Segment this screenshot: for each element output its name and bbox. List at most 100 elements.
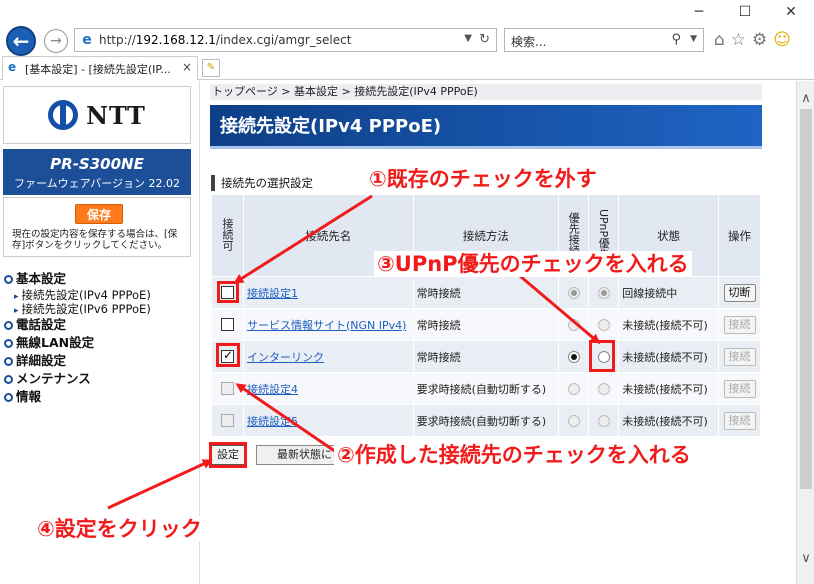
connection-name-link[interactable]: 接続設定5	[247, 415, 298, 428]
priority-radio	[567, 319, 580, 331]
connect-toggle-button: 接続	[723, 315, 756, 334]
sidebar-item-phone[interactable]: 電話設定	[4, 316, 198, 334]
connection-name-link[interactable]: インターリンク	[247, 351, 324, 364]
save-note: 現在の設定内容を保存する場合は、[保存]ボタンをクリックしてください。	[12, 229, 178, 251]
sidebar-item-basic[interactable]: 基本設定	[4, 270, 198, 288]
priority-radio	[567, 415, 580, 427]
cell-status: 未接続(接続不可)	[618, 308, 719, 341]
cell-name: 接続設定4	[242, 372, 414, 405]
connection-name-link[interactable]: 接続設定1	[247, 287, 298, 300]
search-box[interactable]: 検索... ⚲ ▼	[504, 28, 704, 52]
cell-name: 接続設定5	[242, 404, 414, 437]
connection-table: 接続可 接続先名 接続方法 優先接続 UPnP優先 状態 操作 接続設定1 常時接…	[211, 194, 761, 437]
refresh-status-button[interactable]: 最新状態に	[256, 445, 338, 465]
highlight-checkbox-row3	[216, 343, 240, 367]
upnp-radio	[597, 319, 610, 331]
breadcrumb: トップページ > 基本設定 > 接続先設定(IPv4 PPPoE)	[210, 84, 762, 100]
cell-enable	[211, 308, 244, 341]
cell-priority	[558, 340, 590, 373]
cell-priority	[558, 372, 590, 405]
sidebar-item-wlan[interactable]: 無線LAN設定	[4, 334, 198, 352]
table-row: インターリンク 常時接続 未接続(接続不可)接続	[211, 340, 761, 373]
sidebar-subitem-ipv4[interactable]: 接続先設定(IPv4 PPPoE)	[4, 288, 198, 302]
close-tab-icon[interactable]: ×	[182, 60, 192, 74]
priority-radio	[567, 383, 580, 395]
ntt-mark-icon	[48, 100, 79, 130]
gear-icon[interactable]: ⚙	[752, 30, 767, 50]
address-bar[interactable]: e http://192.168.12.1/index.cgi/amgr_sel…	[74, 28, 497, 52]
maximize-icon[interactable]: ☐	[722, 0, 768, 24]
cell-upnp	[588, 404, 620, 437]
bullet-icon	[4, 357, 13, 366]
scroll-down-icon[interactable]: ∨	[797, 551, 814, 569]
cell-name: インターリンク	[242, 340, 414, 373]
cell-enable	[211, 372, 244, 405]
cell-status: 未接続(接続不可)	[618, 404, 719, 437]
vertical-scrollbar[interactable]: ∧ ∨	[796, 81, 814, 584]
cell-status: 回線接続中	[618, 276, 719, 309]
ie-logo-icon: e	[82, 32, 92, 48]
home-icon[interactable]: ⌂	[714, 30, 725, 50]
minimize-icon[interactable]: ─	[676, 0, 722, 24]
cell-action: 切断	[718, 276, 761, 309]
cell-priority	[558, 276, 590, 309]
sidebar-item-info[interactable]: 情報	[4, 388, 198, 406]
enable-checkbox[interactable]	[220, 318, 234, 332]
refresh-icon[interactable]: ↻	[479, 32, 490, 47]
header-enable: 接続可	[211, 194, 244, 277]
close-icon[interactable]: ✕	[768, 0, 814, 24]
enable-checkbox	[220, 414, 234, 428]
priority-radio[interactable]	[567, 351, 580, 363]
cell-priority	[558, 308, 590, 341]
address-dropdown-icon[interactable]: ▼	[464, 33, 472, 44]
smiley-icon[interactable]: ☺	[773, 30, 791, 50]
sidebar-item-advanced[interactable]: 詳細設定	[4, 352, 198, 370]
sidebar-subitem-ipv6[interactable]: 接続先設定(IPv6 PPPoE)	[4, 302, 198, 316]
scroll-up-icon[interactable]: ∧	[797, 91, 814, 109]
search-icon[interactable]: ⚲	[671, 32, 681, 47]
cell-name: 接続設定1	[242, 276, 414, 309]
bullet-icon	[4, 375, 13, 384]
table-row: 接続設定1 常時接続 回線接続中 切断	[211, 276, 761, 309]
callout-step4: ④設定をクリック	[34, 516, 205, 542]
upnp-radio	[597, 383, 610, 395]
cell-method: 要求時接続(自動切断する)	[412, 404, 560, 437]
toolbar-icons: ⌂ ☆ ⚙ ☺	[714, 30, 791, 50]
bullet-icon	[4, 275, 13, 284]
highlight-upnp-row3	[589, 340, 615, 372]
cell-name: サービス情報サイト(NGN IPv4)	[242, 308, 414, 341]
star-icon[interactable]: ☆	[731, 30, 746, 50]
new-tab-icon[interactable]: ✎	[202, 59, 220, 77]
table-body: 接続設定1 常時接続 回線接続中 切断 サービス情報サイト(NGN IPv4) 常時接続未…	[211, 276, 761, 437]
page-viewport: NTT PR-S300NE ファームウェアバージョン 22.02 保存 現在の設…	[0, 81, 796, 584]
connect-toggle-button: 接続	[723, 379, 756, 398]
connect-toggle-button: 接続	[723, 347, 756, 366]
cell-upnp	[588, 308, 620, 341]
scrollbar-thumb[interactable]	[800, 109, 812, 489]
tab-title: [基本設定] - [接続先設定(IP...	[25, 63, 171, 76]
table-row: サービス情報サイト(NGN IPv4) 常時接続 未接続(接続不可) 接続	[211, 308, 761, 341]
connect-toggle-button: 接続	[723, 411, 756, 430]
connection-name-link[interactable]: サービス情報サイト(NGN IPv4)	[247, 319, 406, 332]
connection-name-link[interactable]: 接続設定4	[247, 383, 298, 396]
save-button[interactable]: 保存	[75, 204, 123, 224]
sidebar-item-maintenance[interactable]: メンテナンス	[4, 370, 198, 388]
cell-method: 常時接続	[412, 308, 560, 341]
header-action: 操作	[718, 194, 761, 277]
connect-toggle-button[interactable]: 切断	[723, 283, 756, 302]
forward-arrow-icon[interactable]: →	[44, 29, 68, 53]
cell-method: 常時接続	[412, 276, 560, 309]
search-dropdown-icon[interactable]: ▼	[690, 34, 697, 44]
cell-action: 接続	[718, 308, 761, 341]
sidebar-menu: 基本設定 接続先設定(IPv4 PPPoE) 接続先設定(IPv6 PPPoE)…	[4, 270, 198, 406]
cell-upnp	[588, 276, 620, 309]
ie-logo-icon: e	[8, 60, 17, 74]
cell-status: 未接続(接続不可)	[618, 340, 719, 373]
sidebar: NTT PR-S300NE ファームウェアバージョン 22.02 保存 現在の設…	[0, 81, 200, 584]
tab-strip: e [基本設定] - [接続先設定(IP... × ✎	[0, 56, 814, 80]
ntt-logo: NTT	[3, 86, 191, 144]
back-arrow-icon[interactable]: ←	[6, 26, 36, 56]
tab-active[interactable]: e [基本設定] - [接続先設定(IP... ×	[2, 56, 198, 80]
cell-method: 要求時接続(自動切断する)	[412, 372, 560, 405]
cell-enable	[211, 404, 244, 437]
